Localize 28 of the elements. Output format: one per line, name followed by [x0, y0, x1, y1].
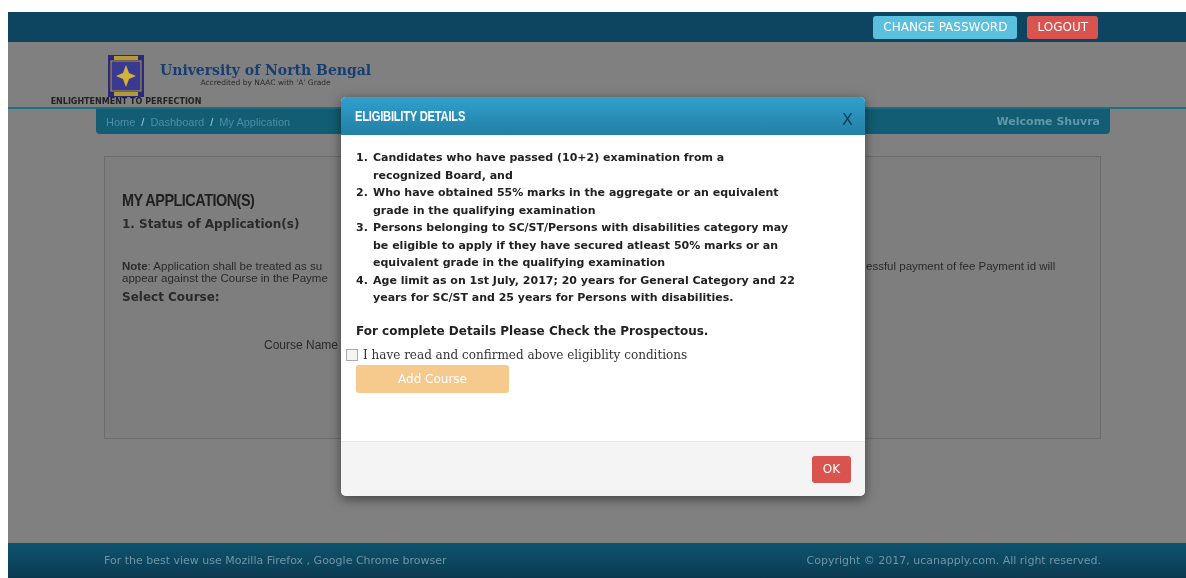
eligibility-item: 3. Persons belonging to SC/ST/Persons with disabilities category may be eligible to apply if they have secured atleast 50% marks or an equivalent grade in the qualifying examination: [356, 220, 790, 271]
eligibility-item: 2. Who have obtained 55% marks in the aggregate or an equivalent grade in the qualifying examination: [356, 185, 780, 219]
logo-motto: ENLIGHTENMENT TO PERFECTION: [50, 97, 202, 106]
course-name-label: Course Name: [264, 338, 339, 352]
ok-button[interactable]: OK: [812, 455, 851, 483]
eligibility-item: 4. Age limit as on 1st July, 2017; 20 years for General Category and 22 years for SC/ST and 25 years for Persons with disabilities.: [356, 272, 796, 306]
section-heading: MY APPLICATION(S): [122, 191, 255, 211]
breadcrumb-separator: /: [141, 115, 145, 128]
status-heading: 1. Status of Application(s): [122, 217, 300, 231]
confirm-label: I have read and confirmed above eligiblity conditions: [363, 347, 688, 362]
logout-button[interactable]: LOGOUT: [1027, 15, 1098, 39]
note-text: Note: Application shall be treated as su: [122, 260, 323, 272]
eligibility-item: 1. Candidates who have passed (10+2) examination from a recognized Board, and: [356, 150, 726, 184]
university-name: University of North Bengal: [160, 62, 372, 78]
dialog-title: ELIGIBILITY DETAILS: [355, 108, 466, 124]
copyright-text: Copyright © 2017, ucanapply.com. All right reserved.: [806, 554, 1101, 567]
browser-note: For the best view use Mozilla Firefox , Google Chrome browser: [104, 554, 447, 567]
note-text: appear against the Course in the Payme: [122, 272, 328, 284]
change-password-button[interactable]: CHANGE PASSWORD: [873, 15, 1018, 39]
prospectus-note: For complete Details Please Check the Prospectous.: [356, 323, 710, 338]
close-button[interactable]: X: [842, 109, 853, 129]
select-course-label: Select Course:: [122, 290, 220, 304]
welcome-text: Welcome Shuvra: [996, 115, 1100, 128]
breadcrumb-link[interactable]: Home: [106, 115, 136, 128]
breadcrumb-separator: /: [210, 115, 214, 128]
note-text: essful payment of fee Payment id will: [866, 260, 1056, 272]
confirm-checkbox[interactable]: [346, 348, 358, 361]
university-emblem-icon: [108, 55, 144, 97]
